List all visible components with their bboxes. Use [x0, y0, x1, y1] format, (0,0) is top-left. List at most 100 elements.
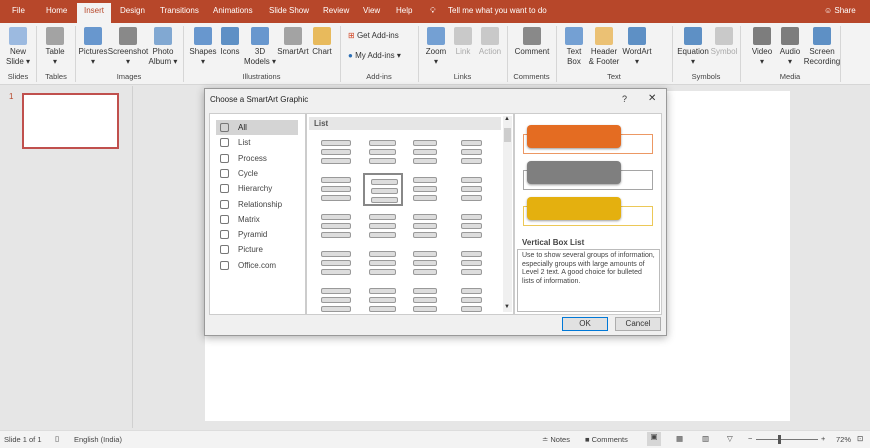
zoom-in-button[interactable]: + — [821, 434, 825, 443]
zoom-level[interactable]: 72% — [836, 435, 851, 444]
preview-title: Vertical Box List — [522, 238, 585, 247]
button-label: Pictures — [78, 47, 108, 56]
action-icon — [481, 27, 499, 45]
category-hierarchy[interactable]: Hierarchy — [216, 181, 298, 196]
gallery: List ▲ ▼ — [306, 113, 514, 315]
ribbon-tabs: File Home Insert Design Transitions Anim… — [0, 0, 870, 23]
cancel-button[interactable]: Cancel — [615, 317, 661, 331]
smartart-layout[interactable] — [317, 247, 357, 280]
category-relationship[interactable]: Relationship — [216, 197, 298, 212]
button-label-2: Slide ▾ — [5, 57, 31, 66]
zoom-out-button[interactable]: − — [748, 434, 752, 443]
smartart-layout[interactable] — [317, 173, 357, 206]
tab-slide-show[interactable]: Slide Show — [269, 6, 309, 15]
fit-slide-icon[interactable]: ⊡ — [857, 434, 863, 443]
notes-button[interactable]: ≐ Notes — [542, 435, 570, 444]
scrollbar-thumb[interactable] — [504, 128, 511, 142]
3d-models-icon — [251, 27, 269, 45]
smartart-layout[interactable] — [317, 284, 357, 317]
smartart-layout[interactable] — [317, 210, 357, 243]
button-label: Chart — [312, 47, 332, 56]
category-process[interactable]: Process — [216, 151, 298, 166]
smartart-layout[interactable] — [409, 284, 449, 317]
smartart-layout[interactable] — [363, 247, 403, 280]
category-picture[interactable]: Picture — [216, 242, 298, 257]
tab-insert[interactable]: Insert — [77, 3, 112, 23]
smartart-dialog: Choose a SmartArt Graphic ? ✕ All List Pro… — [204, 88, 667, 336]
category-label: Cycle — [238, 168, 259, 178]
tab-file[interactable]: File — [12, 6, 25, 15]
button-label-2: Recording — [803, 57, 841, 66]
smartart-layout[interactable] — [363, 136, 403, 169]
smartart-layout[interactable] — [409, 136, 449, 169]
category-matrix[interactable]: Matrix — [216, 212, 298, 227]
tab-help[interactable]: Help — [396, 6, 412, 15]
tab-home[interactable]: Home — [46, 6, 67, 15]
category-officecom[interactable]: Office.com — [216, 258, 298, 273]
help-button[interactable]: ? — [622, 94, 627, 104]
scroll-down-icon[interactable]: ▼ — [504, 304, 510, 310]
button-label-2: ▾ — [90, 57, 95, 66]
smartart-layout[interactable] — [363, 284, 403, 317]
language[interactable]: English (India) — [74, 435, 122, 444]
slideshow-icon[interactable]: ▽ — [727, 434, 733, 443]
smartart-layout[interactable] — [409, 247, 449, 280]
smartart-layout[interactable] — [409, 173, 449, 206]
close-button[interactable]: ✕ — [648, 93, 656, 104]
preview-level1-box — [527, 161, 621, 184]
action-button[interactable]: Action — [468, 27, 512, 57]
screenshot-icon — [119, 27, 137, 45]
smartart-layout[interactable] — [363, 173, 403, 206]
matrix-icon — [220, 214, 229, 224]
category-list[interactable]: List — [216, 135, 298, 150]
slide-thumbnail[interactable] — [22, 93, 119, 149]
tab-review[interactable]: Review — [323, 6, 349, 15]
normal-view-icon[interactable]: ▣ — [647, 432, 661, 446]
my-addins-button[interactable]: ● My Add-ins ▾ — [348, 51, 401, 61]
category-cycle[interactable]: Cycle — [216, 166, 298, 181]
process-icon — [220, 153, 229, 163]
group-label: Links — [453, 72, 472, 81]
category-label: Pyramid — [238, 230, 268, 240]
wordart-button[interactable]: WordArt ▾ — [615, 27, 659, 67]
zoom-slider[interactable] — [756, 439, 818, 440]
smartart-layout[interactable] — [455, 247, 495, 280]
smartart-layout[interactable] — [455, 136, 495, 169]
preview-level1-box — [527, 125, 621, 148]
photo-album-button[interactable]: Photo Album ▾ — [141, 27, 185, 67]
group-label: Add-ins — [366, 72, 392, 81]
comments-button[interactable]: ■ Comments — [585, 435, 628, 444]
get-addins-label: Get Add-ins — [356, 31, 399, 40]
tab-view[interactable]: View — [363, 6, 380, 15]
chart-button[interactable]: Chart — [300, 27, 344, 57]
share-button[interactable]: ☺ Share — [824, 6, 856, 15]
scroll-up-icon[interactable]: ▲ — [504, 116, 510, 122]
smartart-layout[interactable] — [317, 136, 357, 169]
tell-me-search[interactable]: Tell me what you want to do — [448, 6, 547, 15]
smartart-layout[interactable] — [455, 173, 495, 206]
smartart-layout[interactable] — [455, 210, 495, 243]
category-all[interactable]: All — [216, 120, 298, 135]
zoom-slider-thumb[interactable] — [777, 435, 781, 444]
tab-design[interactable]: Design — [120, 6, 145, 15]
tab-animations[interactable]: Animations — [213, 6, 253, 15]
smartart-layout[interactable] — [455, 284, 495, 317]
equation-icon — [684, 27, 702, 45]
reading-view-icon[interactable]: ▥ — [702, 434, 709, 443]
smartart-layout[interactable] — [363, 210, 403, 243]
gallery-scrollbar[interactable]: ▲ ▼ — [503, 116, 512, 312]
tab-transitions[interactable]: Transitions — [160, 6, 199, 15]
ok-button[interactable]: OK — [562, 317, 608, 331]
pictures-icon — [84, 27, 102, 45]
category-pyramid[interactable]: Pyramid — [216, 227, 298, 242]
screen-recording-button[interactable]: Screen Recording — [800, 27, 844, 67]
slide-sorter-icon[interactable]: ▦ — [676, 434, 683, 443]
gallery-header: List — [309, 117, 501, 130]
dialog-title: Choose a SmartArt Graphic — [210, 95, 309, 104]
photo-album-icon — [154, 27, 172, 45]
get-addins-button[interactable]: ⊞ Get Add-ins — [348, 31, 399, 41]
spellcheck-icon[interactable]: ▯ — [55, 434, 59, 443]
category-label: List — [238, 138, 251, 148]
smartart-layout[interactable] — [409, 210, 449, 243]
comment-button[interactable]: Comment — [510, 27, 554, 57]
